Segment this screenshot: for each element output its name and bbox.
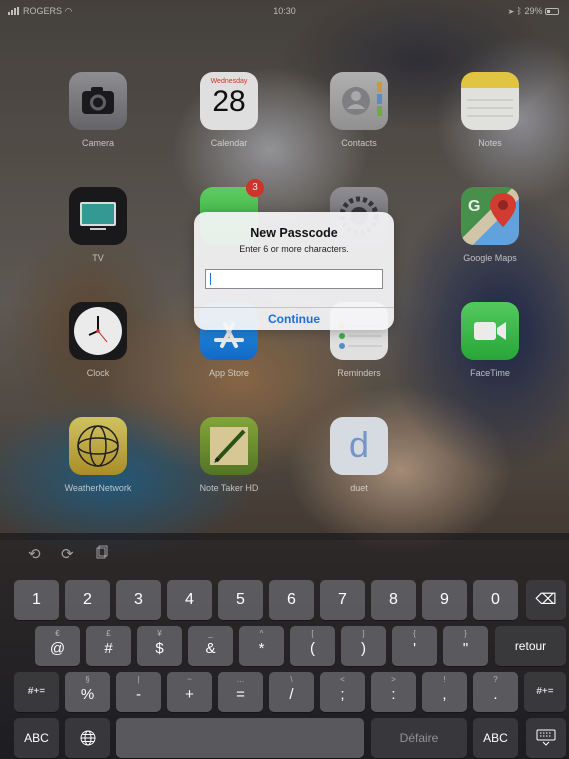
- redo-icon[interactable]: ⟳: [61, 545, 74, 563]
- key-4[interactable]: 4: [167, 580, 212, 620]
- key-asterisk[interactable]: ^ *: [239, 626, 284, 666]
- keyboard: ⟲ ⟳ 1 2 3 4 5 6 7 8 9 0 ⌫ € @ £ # ¥ $ _ & ^ *…: [0, 533, 569, 759]
- shift-symbols-key-right[interactable]: #+=: [524, 672, 566, 712]
- key-6[interactable]: 6: [269, 580, 314, 620]
- key-close-paren[interactable]: ]): [341, 626, 386, 666]
- key-equals[interactable]: … =: [218, 672, 263, 712]
- key-open-paren[interactable]: [(: [290, 626, 335, 666]
- keyboard-dismiss-icon: [536, 729, 556, 746]
- key-period[interactable]: ?.: [473, 672, 518, 712]
- key-ampersand[interactable]: _ &: [188, 626, 233, 666]
- key-1[interactable]: 1: [14, 580, 59, 620]
- key-colon[interactable]: >:: [371, 672, 416, 712]
- abc-key-right[interactable]: ABC: [473, 718, 518, 758]
- undo-icon[interactable]: ⟲: [28, 545, 41, 563]
- key-dollar[interactable]: ¥ $: [137, 626, 182, 666]
- key-quote[interactable]: } ": [443, 626, 488, 666]
- text-caret: [210, 273, 211, 285]
- alert-message: Enter 6 or more characters.: [239, 244, 349, 254]
- return-key[interactable]: retour: [495, 626, 566, 666]
- globe-icon: [80, 730, 95, 746]
- key-percent[interactable]: §%: [65, 672, 110, 712]
- paste-icon[interactable]: [96, 545, 108, 563]
- space-key[interactable]: [116, 718, 364, 758]
- hide-keyboard-key[interactable]: [526, 718, 566, 758]
- new-passcode-alert: New Passcode Enter 6 or more characters.…: [194, 212, 394, 330]
- key-3[interactable]: 3: [116, 580, 161, 620]
- globe-key[interactable]: [65, 718, 110, 758]
- backspace-icon: ⌫: [535, 591, 557, 608]
- keyboard-shortcuts-bar: ⟲ ⟳: [0, 533, 569, 573]
- continue-button[interactable]: Continue: [194, 308, 394, 330]
- undo-typing-key[interactable]: Défaire: [371, 718, 467, 758]
- key-0[interactable]: 0: [473, 580, 518, 620]
- key-plus[interactable]: ~ +: [167, 672, 212, 712]
- key-comma[interactable]: !,: [422, 672, 467, 712]
- key-2[interactable]: 2: [65, 580, 110, 620]
- key-5[interactable]: 5: [218, 580, 263, 620]
- key-apostrophe[interactable]: {': [392, 626, 437, 666]
- key-semicolon[interactable]: <;: [320, 672, 365, 712]
- alert-title: New Passcode: [250, 226, 338, 240]
- key-7[interactable]: 7: [320, 580, 365, 620]
- key-slash[interactable]: \ /: [269, 672, 314, 712]
- abc-key-left[interactable]: ABC: [14, 718, 59, 758]
- key-minus[interactable]: | -: [116, 672, 161, 712]
- passcode-input[interactable]: [205, 269, 383, 289]
- key-9[interactable]: 9: [422, 580, 467, 620]
- shift-symbols-key-left[interactable]: #+=: [14, 672, 59, 712]
- backspace-key[interactable]: ⌫: [526, 580, 566, 620]
- key-hash[interactable]: £ #: [86, 626, 131, 666]
- key-8[interactable]: 8: [371, 580, 416, 620]
- key-at[interactable]: € @: [35, 626, 80, 666]
